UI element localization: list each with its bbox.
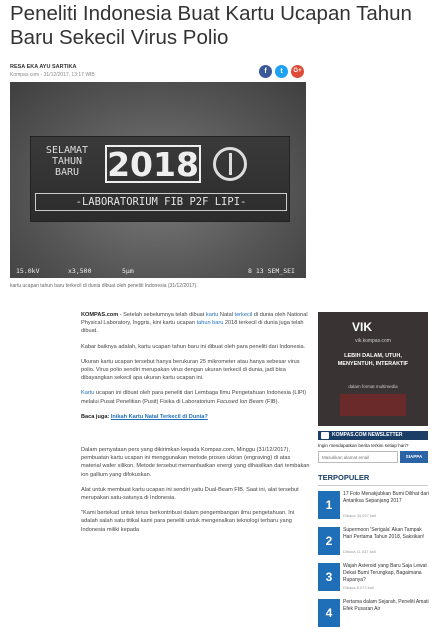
sem-kv: 15.0kV — [16, 267, 40, 275]
vik-logo: VIK — [352, 320, 373, 334]
popular-views: Dibaca 11.037 kali — [343, 549, 376, 554]
article-photo: SELAMAT TAHUN BARU 2018 -LABORATORIUM FI… — [10, 82, 306, 278]
envelope-icon — [321, 432, 329, 439]
p4-italic: Focused Ion Beam — [216, 398, 264, 405]
vik-headline: LEBIH DALAM, UTUH, MENYENTUH, INTERAKTIF — [337, 353, 409, 367]
popular-title[interactable]: Pertama dalam Sejarah, Peneliti Amati Ef… — [343, 599, 429, 613]
twitter-share-icon[interactable]: t — [275, 65, 288, 78]
popular-title[interactable]: Supermoon 'Serigala' Akan Tampak Hari Pe… — [343, 527, 429, 541]
read-also: Baca juga: Inikah Kartu Natal Terkecil d… — [81, 413, 311, 421]
paragraph-1: KOMPAS.com - Setelah sebelumnya telah di… — [81, 311, 311, 336]
p4-text-b: (FIB). — [263, 398, 280, 405]
popular-item[interactable]: 4 Pertama dalam Sejarah, Peneliti Amati … — [318, 599, 429, 633]
p1-text-b: Natal — [218, 312, 235, 318]
paragraph-2: Kabar baiknya adalah, kartu ucapan tahun… — [81, 343, 306, 350]
popular-views: Dibaca 34.097 kali — [343, 513, 376, 518]
sem-mag: x3,500 — [68, 267, 92, 275]
lipi-logo-icon — [213, 147, 247, 181]
popular-views: Dibaca 8.073 kali — [343, 585, 374, 590]
read-also-link[interactable]: Inikah Kartu Natal Terkecil di Dunia? — [111, 414, 208, 420]
paragraph-8: "Kami bertekad untuk terus berkontribusi… — [81, 510, 295, 533]
kartu-link-2[interactable]: Kartu — [81, 390, 94, 396]
popular-item[interactable]: 3 Wajah Asteroid yang Baru Saja Lewat De… — [318, 563, 428, 597]
inline-ad-space — [81, 428, 311, 446]
paragraph-6: Dalam pernyataan pers yang dikirimkan ke… — [81, 447, 310, 478]
popular-rank: 1 — [318, 491, 340, 519]
tahun-baru-link[interactable]: tahun baru — [197, 320, 224, 326]
author-name[interactable]: RESA EKA AYU SARTIKA — [10, 64, 76, 70]
newsletter-submit-button[interactable]: SIAPPA — [400, 451, 428, 463]
sem-scale: 5µm — [122, 267, 134, 275]
vik-subtext: dalam format multimedia — [348, 384, 398, 389]
popular-rank: 3 — [318, 563, 340, 591]
newsletter-header: KOMPAS.COM NEWSLETTER — [318, 431, 428, 440]
popular-title[interactable]: Wajah Asteroid yang Baru Saja Lewat Deka… — [343, 563, 429, 584]
popular-header: TERPOPULER — [318, 473, 428, 486]
article-dateline: Kompas.com - 31/12/2017, 13:17 WIB — [10, 72, 95, 78]
greeting-card-chip: SELAMAT TAHUN BARU 2018 -LABORATORIUM FI… — [30, 136, 290, 222]
vik-advertisement[interactable]: VIK vik.kompas.com LEBIH DALAM, UTUH, ME… — [318, 312, 428, 426]
terkecil-link[interactable]: terkecil — [235, 312, 253, 318]
newsletter-prompt: Ingin mendapatkan berita terkini setiap … — [318, 443, 409, 448]
sem-id: 8 13 SEM_SEI — [248, 267, 295, 275]
p1-text-a: - Setelah sebelumnya telah dibuat — [118, 312, 206, 318]
chip-lab-text: -LABORATORIUM FIB P2F LIPI- — [35, 193, 287, 211]
popular-rank: 4 — [318, 599, 340, 627]
chip-selamat-text: SELAMAT TAHUN BARU — [37, 145, 97, 178]
popular-title[interactable]: 17 Foto Menakjubkan Bumi Dilihat dari An… — [343, 491, 429, 505]
chip-year-text: 2018 — [105, 145, 201, 183]
vik-url: vik.kompas.com — [355, 338, 391, 344]
vik-ad-graphic — [340, 394, 406, 416]
newsletter-email-input[interactable] — [318, 451, 398, 463]
sem-metadata: 15.0kV x3,500 5µm 8 13 SEM_SEI — [10, 265, 306, 275]
facebook-share-icon[interactable]: f — [259, 65, 272, 78]
article-body: KOMPAS.com - Setelah sebelumnya telah di… — [81, 311, 311, 541]
article-title: Peneliti Indonesia Buat Kartu Ucapan Tah… — [10, 2, 412, 49]
kartu-link[interactable]: kartu — [206, 312, 218, 318]
lead-source: KOMPAS.com — [81, 312, 119, 318]
read-also-label: Baca juga: — [81, 413, 110, 420]
paragraph-3: Ukuran kartu ucapan tersebut hanya beruk… — [81, 358, 300, 382]
popular-item[interactable]: 2 Supermoon 'Serigala' Akan Tampak Hari … — [318, 527, 428, 561]
popular-rank: 2 — [318, 527, 340, 555]
googleplus-share-icon[interactable]: G+ — [291, 65, 304, 78]
paragraph-7: Alat untuk membuat kartu ucapan ini send… — [81, 486, 299, 502]
chip-selamat-label: SELAMAT TAHUN BARU — [45, 145, 89, 178]
photo-caption: kartu ucapan tahun baru terkecil di duni… — [10, 283, 198, 289]
newsletter-header-label: KOMPAS.COM NEWSLETTER — [332, 432, 403, 438]
paragraph-4: Kartu ucapan ini dibuat oleh para peneli… — [81, 389, 311, 405]
popular-item[interactable]: 1 17 Foto Menakjubkan Bumi Dilihat dari … — [318, 491, 429, 525]
